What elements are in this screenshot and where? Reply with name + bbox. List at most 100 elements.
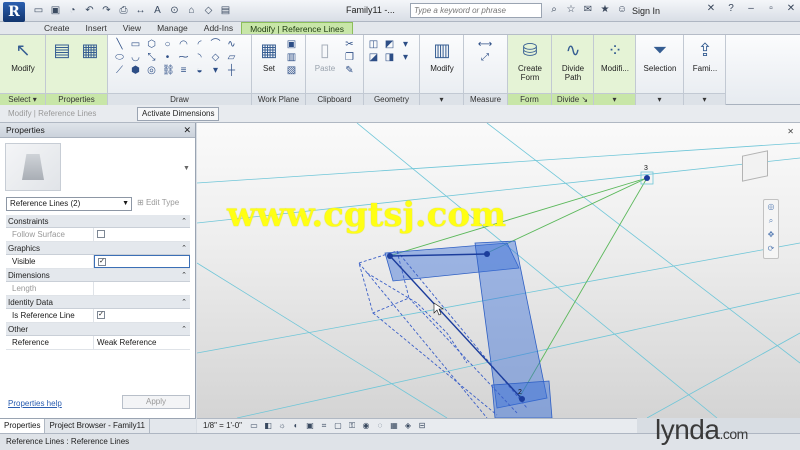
help-icon[interactable]: ? bbox=[724, 3, 738, 14]
chevron-down-icon[interactable]: ▼ bbox=[183, 165, 190, 172]
temporary-hide-icon[interactable]: ◉ bbox=[361, 421, 371, 431]
home-icon[interactable]: ⌂ bbox=[185, 4, 198, 17]
drawing-canvas[interactable]: 3 2 ✕ ◎ ⌕ ✥ ⟳ www.cgtsj.com bbox=[197, 123, 800, 418]
copy-icon[interactable]: ❐ bbox=[344, 52, 355, 63]
reference-select[interactable]: Weak Reference bbox=[94, 336, 190, 349]
modify-more-button[interactable]: ⁘ Modifi... bbox=[596, 38, 634, 73]
edit-type-button[interactable]: ⊞ Edit Type bbox=[137, 198, 179, 207]
close-view-icon[interactable]: ✕ bbox=[787, 127, 794, 136]
radius-icon[interactable]: ◒ bbox=[194, 65, 205, 76]
panel-title-modify-more[interactable]: ▾ bbox=[594, 93, 635, 105]
tab-view[interactable]: View bbox=[115, 22, 149, 34]
arc-icon[interactable]: ◠ bbox=[178, 39, 189, 50]
tab-project-browser[interactable]: Project Browser - Family11 bbox=[45, 419, 150, 433]
tab-insert[interactable]: Insert bbox=[78, 22, 115, 34]
fillet-arc-icon[interactable]: ⌒ bbox=[210, 39, 221, 50]
circumscribed-icon[interactable]: ◎ bbox=[146, 65, 157, 76]
circle-icon[interactable]: ○ bbox=[162, 39, 173, 50]
family-button[interactable]: ⇪ Fami... bbox=[686, 38, 724, 73]
polygon-icon[interactable]: ⬡ bbox=[146, 39, 157, 50]
selected-form[interactable] bbox=[358, 240, 553, 418]
partial-ellipse-icon[interactable]: ◡ bbox=[130, 52, 141, 63]
sun-path-icon[interactable]: ☼ bbox=[277, 421, 287, 431]
show-crop-icon[interactable]: ▢ bbox=[333, 421, 343, 431]
group-dimensions[interactable]: Dimensions ⌃ bbox=[6, 269, 190, 282]
lock-view-icon[interactable]: ⚿ bbox=[347, 421, 357, 431]
text-icon[interactable]: ⊙ bbox=[168, 4, 181, 17]
render-icon[interactable]: ▣ bbox=[305, 421, 315, 431]
zoom-icon[interactable]: ⌕ bbox=[764, 214, 778, 228]
search-input[interactable]: Type a keyword or phrase bbox=[410, 3, 542, 18]
constraints-icon[interactable]: ⊟ bbox=[417, 421, 427, 431]
activate-dimensions-button[interactable]: Activate Dimensions bbox=[137, 107, 220, 121]
spline-through-points-icon[interactable]: ⁓ bbox=[178, 52, 189, 63]
sign-in-link[interactable]: Sign In bbox=[632, 6, 660, 16]
polyline-icon[interactable]: ⟋ bbox=[114, 65, 125, 76]
user-icon[interactable]: ☺ bbox=[616, 4, 628, 15]
selection-button[interactable]: ⏷ Selection bbox=[638, 38, 682, 73]
application-menu-button[interactable]: R bbox=[3, 2, 25, 22]
pan-icon[interactable]: ✥ bbox=[764, 228, 778, 242]
set-work-plane-button[interactable]: ▦ Set bbox=[256, 38, 282, 73]
analytical-icon[interactable]: ◈ bbox=[403, 421, 413, 431]
panel-title-selection[interactable]: ▾ bbox=[636, 93, 683, 105]
tab-create[interactable]: Create bbox=[36, 22, 78, 34]
split-face-icon[interactable]: ▾ bbox=[400, 39, 411, 50]
visible-checkbox[interactable]: ✓ bbox=[98, 257, 106, 266]
reveal-hidden-icon[interactable]: ◌ bbox=[375, 421, 385, 431]
reference-icon[interactable]: ┼ bbox=[226, 65, 237, 76]
viewcube-icon[interactable] bbox=[742, 150, 768, 182]
measure-icon[interactable]: ↔ bbox=[134, 4, 147, 17]
tab-manage[interactable]: Manage bbox=[149, 22, 196, 34]
is-reference-line-checkbox[interactable]: ✓ bbox=[97, 310, 105, 319]
ellipse-icon[interactable]: ⬭ bbox=[114, 52, 125, 63]
visual-style-icon[interactable]: ◧ bbox=[263, 421, 273, 431]
panel-title-divide[interactable]: Divide ↘ bbox=[552, 93, 593, 105]
subscription-icon[interactable]: ☆ bbox=[565, 4, 577, 15]
close-icon[interactable]: ✕ bbox=[784, 3, 798, 14]
wall-join-icon[interactable]: ◨ bbox=[384, 52, 395, 63]
communication-icon[interactable]: ✉ bbox=[582, 4, 594, 15]
offset-icon[interactable]: ≡ bbox=[178, 65, 189, 76]
follow-surface-checkbox[interactable] bbox=[97, 229, 105, 238]
view-scale[interactable]: 1/8" = 1'-0" bbox=[203, 421, 242, 430]
cut-geometry-icon[interactable]: ◩ bbox=[384, 39, 395, 50]
viewer-icon[interactable]: ▧ bbox=[286, 65, 297, 76]
line-icon[interactable]: ╲ bbox=[114, 39, 125, 50]
minimize-icon[interactable]: – bbox=[744, 3, 758, 14]
panel-title-modify[interactable]: ▾ bbox=[420, 93, 463, 105]
cut-icon[interactable]: ✂ bbox=[344, 39, 355, 50]
plane-icon[interactable]: ▱ bbox=[226, 52, 237, 63]
type-selector[interactable]: Reference Lines (2) ▼ bbox=[6, 197, 132, 211]
tangent-arc-icon[interactable]: ◝ bbox=[194, 52, 205, 63]
tab-add-ins[interactable]: Add-Ins bbox=[196, 22, 241, 34]
switch-windows-icon[interactable]: ▤ bbox=[219, 4, 232, 17]
pick-faces-icon[interactable]: ◇ bbox=[210, 52, 221, 63]
show-work-plane-icon[interactable]: ▣ bbox=[286, 39, 297, 50]
panel-title-family[interactable]: ▾ bbox=[684, 93, 725, 105]
divide-path-button[interactable]: ∿ Divide Path bbox=[554, 38, 592, 82]
favorites-icon[interactable]: ★ bbox=[599, 4, 611, 15]
rectangle-icon[interactable]: ▭ bbox=[130, 39, 141, 50]
measure-distance-icon[interactable]: ⤢ bbox=[470, 52, 500, 63]
match-type-icon[interactable]: ✎ bbox=[344, 65, 355, 76]
type-properties-button[interactable]: ▦ bbox=[78, 38, 102, 64]
ref-plane-icon[interactable]: ▥ bbox=[286, 52, 297, 63]
demolish-icon[interactable]: ▾ bbox=[400, 52, 411, 63]
tab-modify-reference-lines[interactable]: Modify | Reference Lines bbox=[241, 22, 353, 34]
arc-center-icon[interactable]: ◜ bbox=[194, 39, 205, 50]
group-graphics[interactable]: Graphics ⌃ bbox=[6, 242, 190, 255]
join-icon[interactable]: ◫ bbox=[368, 39, 379, 50]
apply-button[interactable]: Apply bbox=[122, 395, 190, 409]
properties-help-link[interactable]: Properties help bbox=[8, 399, 62, 408]
point-icon[interactable]: • bbox=[162, 52, 173, 63]
shadows-icon[interactable]: ◐ bbox=[291, 421, 301, 431]
temporary-view-icon[interactable]: ▦ bbox=[389, 421, 399, 431]
modify-tools-button[interactable]: ▥ Modify bbox=[424, 38, 460, 73]
tab-properties[interactable]: Properties bbox=[0, 419, 46, 433]
undo-icon[interactable]: ↶ bbox=[83, 4, 96, 17]
close-icon[interactable]: ✕ bbox=[183, 123, 191, 138]
panel-title-select[interactable]: Select ▾ bbox=[0, 93, 45, 105]
print-icon[interactable]: ⎙ bbox=[117, 4, 130, 17]
paste-button[interactable]: ▯ Paste bbox=[310, 38, 340, 73]
